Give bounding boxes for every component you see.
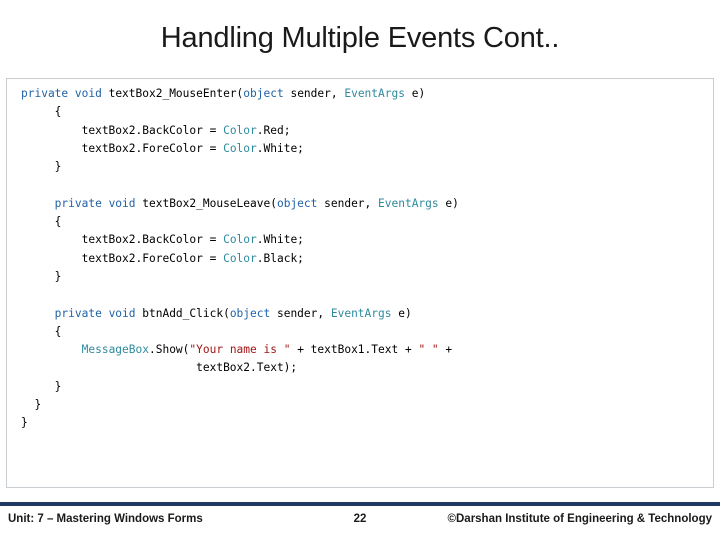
code-token: private	[21, 306, 109, 320]
code-token: e)	[445, 196, 459, 210]
code-token: .Black;	[256, 251, 304, 265]
code-line: textBox2.ForeColor = Color.Black;	[21, 250, 459, 268]
code-line: {	[21, 323, 459, 341]
code-line: {	[21, 103, 459, 121]
code-token: object	[229, 306, 277, 320]
code-token: textBox2.ForeColor =	[21, 141, 224, 155]
code-token: }	[21, 416, 28, 430]
code-token: sender,	[290, 87, 345, 100]
code-line: textBox2.Text);	[21, 359, 459, 377]
code-line: }	[21, 378, 459, 396]
code-line: private void textBox2_MouseEnter(object …	[21, 85, 459, 103]
code-token: sender,	[324, 196, 379, 210]
code-line: }	[21, 268, 459, 286]
code-line: textBox2.BackColor = Color.White;	[21, 231, 459, 249]
code-token: .Red;	[256, 123, 291, 137]
code-token: {	[21, 324, 62, 338]
code-token: " "	[418, 343, 439, 357]
code-token: sender,	[276, 306, 331, 320]
code-line: }	[21, 158, 459, 176]
code-token: e)	[411, 87, 426, 100]
code-line: private void textBox2_MouseLeave(object …	[21, 195, 459, 213]
code-token: .Show(	[148, 343, 190, 357]
code-token: Color	[223, 233, 257, 247]
code-token: e)	[398, 306, 412, 320]
footer-divider	[0, 502, 720, 506]
code-line: textBox2.BackColor = Color.Red;	[21, 122, 459, 140]
code-line: private void btnAdd_Click(object sender,…	[21, 305, 459, 323]
code-token: .White;	[256, 141, 304, 155]
code-token: Color	[223, 141, 257, 155]
code-token: + textBox1.Text +	[290, 343, 419, 357]
code-token: textBox2_MouseLeave(	[142, 196, 277, 210]
code-token: .White;	[256, 233, 304, 247]
code-token: object	[276, 196, 325, 210]
code-line: textBox2.ForeColor = Color.White;	[21, 140, 459, 158]
code-token: Color	[223, 123, 257, 137]
page-title: Handling Multiple Events Cont..	[160, 22, 560, 54]
code-token: EventArgs	[330, 306, 399, 320]
code-token: {	[21, 105, 62, 119]
code-token: void	[108, 306, 143, 320]
code-line: MessageBox.Show("Your name is " + textBo…	[21, 341, 459, 359]
code-token: void	[74, 87, 109, 100]
code-token: textBox2_MouseEnter(	[108, 87, 244, 100]
slide: Handling Multiple Events Cont.. private …	[0, 0, 720, 540]
code-token: textBox2.BackColor =	[21, 123, 224, 137]
code-line: {	[21, 213, 459, 231]
code-token: btnAdd_Click(	[142, 306, 230, 320]
code-token: private	[21, 87, 75, 100]
code-line: }	[21, 414, 459, 432]
code-token: void	[108, 196, 143, 210]
code-token: "Your name is "	[189, 343, 291, 357]
footer-institute-label: ©Darshan Institute of Engineering & Tech…	[447, 513, 712, 525]
code-token: MessageBox	[81, 343, 149, 357]
code-token: }	[21, 160, 62, 174]
code-token: textBox2.BackColor =	[21, 233, 224, 247]
code-token: private	[21, 196, 109, 210]
code-token: textBox2.Text);	[21, 361, 298, 375]
code-token: }	[21, 379, 62, 393]
code-token: }	[21, 398, 42, 412]
code-token: }	[21, 269, 62, 283]
code-token: {	[21, 215, 62, 229]
code-content: private void textBox2_MouseEnter(object …	[21, 85, 459, 433]
code-token: textBox2.ForeColor =	[21, 251, 224, 265]
code-line: }	[21, 396, 459, 414]
slide-footer: Unit: 7 – Mastering Windows Forms 22 ©Da…	[0, 502, 720, 540]
code-token: Color	[223, 251, 257, 265]
code-token: object	[243, 87, 291, 100]
code-token: +	[438, 343, 453, 357]
code-token: EventArgs	[344, 87, 412, 100]
code-token: EventArgs	[378, 196, 446, 210]
code-block: private void textBox2_MouseEnter(object …	[6, 78, 714, 488]
